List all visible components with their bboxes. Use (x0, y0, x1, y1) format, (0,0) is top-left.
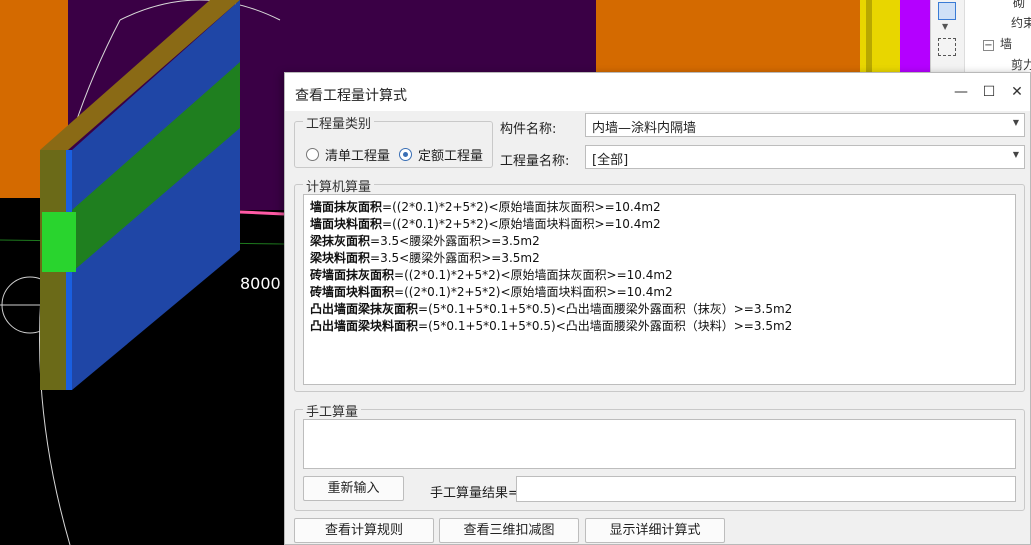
tree-item[interactable]: 约束 (1011, 14, 1031, 31)
quantity-name-select[interactable]: [全部] ▼ (585, 145, 1025, 169)
dropdown-arrow-icon[interactable]: ▼ (942, 22, 948, 31)
formula-expression: =((2*0.1)*2+5*2)<原始墙面块料面积>=10.4m2 (394, 285, 673, 299)
quantity-name-value: [全部] (592, 153, 629, 168)
formula-quantity-name: 凸出墙面梁块料面积 (310, 319, 419, 333)
formula-list: 墙面抹灰面积=((2*0.1)*2+5*2)<原始墙面抹灰面积>=10.4m2 墙… (310, 199, 1009, 335)
formula-quantity-name: 墙面块料面积 (310, 217, 383, 231)
formula-expression: =3.5<腰梁外露面积>=3.5m2 (370, 251, 540, 265)
tree-item[interactable]: 砌 (1013, 0, 1025, 11)
reenter-button[interactable]: 重新输入 (303, 476, 404, 501)
formula-line: 梁块料面积=3.5<腰梁外露面积>=3.5m2 (310, 250, 1009, 267)
computer-calc-textarea[interactable]: 墙面抹灰面积=((2*0.1)*2+5*2)<原始墙面抹灰面积>=10.4m2 墙… (303, 194, 1016, 385)
tree-item[interactable]: 剪力 (1011, 56, 1031, 73)
pink-line (239, 210, 285, 216)
formula-quantity-name: 砖墙面块料面积 (310, 285, 395, 299)
show-detail-formula-button[interactable]: 显示详细计算式 (585, 518, 725, 543)
formula-line: 墙面抹灰面积=((2*0.1)*2+5*2)<原始墙面抹灰面积>=10.4m2 (310, 199, 1009, 216)
formula-expression: =(5*0.1+5*0.1+5*0.5)<凸出墙面腰梁外露面积（抹灰）>=3.5… (418, 302, 793, 316)
formula-expression: =((2*0.1)*2+5*2)<原始墙面块料面积>=10.4m2 (382, 217, 661, 231)
tree-item-label: 砌 (1013, 0, 1026, 10)
formula-line: 凸出墙面梁抹灰面积=(5*0.1+5*0.1+5*0.5)<凸出墙面腰梁外露面积… (310, 301, 1009, 318)
collapse-icon[interactable]: − (983, 40, 994, 51)
radio-bill-quantity[interactable]: 清单工程量 (306, 145, 390, 164)
minimize-button[interactable]: — (951, 82, 971, 102)
beam-end-green (42, 212, 76, 272)
quantity-name-label: 工程量名称: (500, 154, 570, 169)
formula-line: 墙面块料面积=((2*0.1)*2+5*2)<原始墙面块料面积>=10.4m2 (310, 216, 1009, 233)
yellow-column-edge (866, 0, 872, 72)
formula-line: 凸出墙面梁块料面积=(5*0.1+5*0.1+5*0.5)<凸出墙面腰梁外露面积… (310, 318, 1009, 335)
radio-bill-label: 清单工程量 (325, 149, 391, 164)
computer-calc-title: 计算机算量 (303, 176, 375, 195)
radio-quota-label: 定额工程量 (418, 149, 484, 164)
violet-column (900, 0, 930, 72)
formula-quantity-name: 梁抹灰面积 (310, 234, 371, 248)
view-cube-icon[interactable] (938, 2, 956, 20)
formula-expression: =((2*0.1)*2+5*2)<原始墙面抹灰面积>=10.4m2 (382, 200, 661, 214)
tree-item[interactable]: − 墙 (983, 35, 1012, 52)
component-name-value: 内墙—涂料内隔墙 (592, 121, 697, 136)
formula-expression: =((2*0.1)*2+5*2)<原始墙面抹灰面积>=10.4m2 (394, 268, 673, 282)
formula-expression: =3.5<腰梁外露面积>=3.5m2 (370, 234, 540, 248)
formula-line: 砖墙面块料面积=((2*0.1)*2+5*2)<原始墙面块料面积>=10.4m2 (310, 284, 1009, 301)
chevron-down-icon: ▼ (1012, 118, 1019, 127)
component-name-label: 构件名称: (500, 122, 557, 137)
radio-quota-dot[interactable] (399, 148, 412, 161)
tree-item-label: 剪力 (1011, 58, 1031, 72)
formula-line: 梁抹灰面积=3.5<腰梁外露面积>=3.5m2 (310, 233, 1009, 250)
manual-result-label: 手工算量结果= (430, 486, 519, 501)
radio-quota-quantity[interactable]: 定额工程量 (399, 145, 483, 164)
tree-item-label: 墙 (1000, 37, 1013, 51)
formula-quantity-name: 梁块料面积 (310, 251, 371, 265)
close-button[interactable]: ✕ (1007, 82, 1027, 102)
formula-line: 砖墙面抹灰面积=((2*0.1)*2+5*2)<原始墙面抹灰面积>=10.4m2 (310, 267, 1009, 284)
formula-expression: =(5*0.1+5*0.1+5*0.5)<凸出墙面腰梁外露面积（块料）>=3.5… (418, 319, 793, 333)
maximize-button[interactable]: ☐ (979, 82, 999, 102)
manual-result-input[interactable] (516, 476, 1016, 502)
formula-quantity-name: 砖墙面抹灰面积 (310, 268, 395, 282)
dialog-titlebar[interactable]: 查看工程量计算式 — ☐ ✕ (285, 73, 1030, 111)
view-3d-deduction-button[interactable]: 查看三维扣减图 (439, 518, 579, 543)
quantity-formula-dialog: 查看工程量计算式 — ☐ ✕ 工程量类别 清单工程量 定额工程量 构件名称: 内… (284, 72, 1031, 545)
manual-calc-title: 手工算量 (303, 401, 362, 420)
dialog-title: 查看工程量计算式 (295, 88, 407, 104)
tree-item-label: 约束 (1011, 16, 1031, 30)
quantity-type-title: 工程量类别 (303, 113, 375, 132)
fit-view-icon[interactable] (938, 38, 956, 56)
dimension-label: 8000 (240, 274, 281, 293)
view-rules-button[interactable]: 查看计算规则 (294, 518, 434, 543)
side-panel: ▼ 砌 约束 − 墙 剪力 (930, 0, 1031, 72)
radio-bill-dot[interactable] (306, 148, 319, 161)
manual-calc-textarea[interactable] (303, 419, 1016, 469)
view-toolbar: ▼ (931, 0, 965, 72)
component-name-select[interactable]: 内墙—涂料内隔墙 ▼ (585, 113, 1025, 137)
quantity-type-group: 工程量类别 清单工程量 定额工程量 (294, 113, 493, 168)
chevron-down-icon: ▼ (1012, 150, 1019, 159)
formula-quantity-name: 墙面抹灰面积 (310, 200, 383, 214)
formula-quantity-name: 凸出墙面梁抹灰面积 (310, 302, 419, 316)
